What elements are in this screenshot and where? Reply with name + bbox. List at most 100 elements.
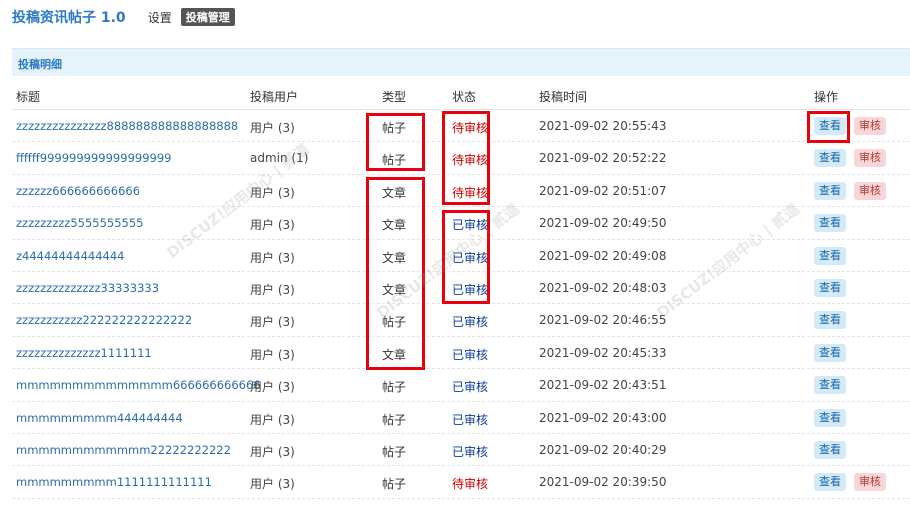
row-user: 用户 (3) [250, 380, 295, 395]
row-actions: 查看 [814, 376, 846, 395]
row-type: 文章 [382, 347, 407, 362]
col-time-header: 投稿时间 [539, 90, 588, 104]
row-title-link[interactable]: zzzzzzzzzzzzzzz888888888888888888 [16, 119, 238, 133]
row-title-link[interactable]: z44444444444444 [16, 249, 124, 263]
row-status: 已审核 [452, 218, 489, 233]
view-button[interactable]: 查看 [814, 278, 846, 297]
view-button[interactable]: 查看 [814, 311, 846, 330]
row-title-link[interactable]: zzzzzzzzzzz222222222222222 [16, 313, 192, 327]
row-status: 已审核 [452, 347, 489, 362]
table-row: mmmmmmmmm1111111111111 用户 (3) 帖子 待审核 2021-09… [12, 466, 910, 499]
row-time: 2021-09-02 20:49:50 [539, 216, 667, 231]
row-status: 待审核 [452, 185, 489, 200]
row-time: 2021-09-02 20:48:03 [539, 280, 667, 295]
col-status-header: 状态 [452, 90, 477, 104]
view-button[interactable]: 查看 [814, 440, 846, 459]
row-type: 帖子 [382, 412, 407, 427]
view-button[interactable]: 查看 [814, 117, 846, 135]
row-time: 2021-09-02 20:49:08 [539, 248, 667, 263]
row-status: 已审核 [452, 444, 489, 459]
review-button[interactable]: 审核 [854, 181, 886, 200]
col-user-header: 投稿用户 [250, 90, 299, 104]
row-type: 文章 [382, 250, 407, 265]
row-user: 用户 (3) [250, 444, 295, 459]
row-time: 2021-09-02 20:52:22 [539, 151, 667, 166]
table-header: 标题 投稿用户 类型 状态 投稿时间 操作 [12, 80, 910, 110]
panel-title: 投稿明细 [18, 58, 62, 71]
row-status: 待审核 [452, 477, 489, 492]
review-button[interactable]: 审核 [854, 473, 886, 492]
view-button[interactable]: 查看 [814, 376, 846, 395]
row-actions: 查看 审核 [814, 117, 886, 135]
row-type: 文章 [382, 185, 407, 200]
row-title-link[interactable]: mmmmmmmmm444444444 [16, 411, 183, 425]
row-time: 2021-09-02 20:45:33 [539, 345, 667, 360]
row-user: 用户 (3) [250, 477, 295, 492]
row-title-link[interactable]: mmmmmmmmmmmm22222222222 [16, 443, 231, 457]
row-time: 2021-09-02 20:40:29 [539, 442, 667, 457]
view-button[interactable]: 查看 [814, 246, 846, 265]
row-title-link[interactable]: zzzzzzzzz5555555555 [16, 216, 144, 230]
row-user: 用户 (3) [250, 250, 295, 265]
table-row: zzzzzzzzz5555555555 用户 (3) 文章 已审核 2021-09-02… [12, 207, 910, 240]
row-actions: 查看 [814, 440, 846, 459]
row-status: 已审核 [452, 250, 489, 265]
row-type: 帖子 [382, 444, 407, 459]
table-row: zzzzzzzzzzzzzzz888888888888888888 用户 (3) 帖… [12, 110, 910, 143]
table-row: ffffff999999999999999999 admin (1) 帖子 待审核 20… [12, 142, 910, 175]
row-time: 2021-09-02 20:43:51 [539, 378, 667, 393]
row-user: admin (1) [250, 151, 309, 166]
row-user: 用户 (3) [250, 315, 295, 330]
row-user: 用户 (3) [250, 347, 295, 362]
row-user: 用户 (3) [250, 218, 295, 233]
top-bar: 投稿资讯帖子 1.0 设置 投稿管理 [12, 6, 235, 28]
row-title-link[interactable]: zzzzzzzzzzzzzz33333333 [16, 281, 159, 295]
table-row: zzzzzz666666666666 用户 (3) 文章 待审核 2021-09-02 … [12, 175, 910, 208]
row-type: 帖子 [382, 153, 407, 168]
panel-header: 投稿明细 [12, 48, 910, 76]
row-title-link[interactable]: mmmmmmmmmmmmmm666666666666 [16, 378, 261, 392]
row-type: 帖子 [382, 380, 407, 395]
row-time: 2021-09-02 20:43:00 [539, 410, 667, 425]
row-type: 帖子 [382, 477, 407, 492]
col-ops-header: 操作 [814, 90, 839, 104]
row-status: 待审核 [452, 121, 489, 135]
row-user: 用户 (3) [250, 412, 295, 427]
table-row: zzzzzzzzzzz222222222222222 用户 (3) 帖子 已审核 202… [12, 304, 910, 337]
view-button[interactable]: 查看 [814, 214, 846, 233]
row-actions: 查看 审核 [814, 473, 886, 492]
view-button[interactable]: 查看 [814, 473, 846, 492]
col-title-header: 标题 [16, 90, 41, 104]
row-type: 帖子 [382, 315, 407, 330]
review-button[interactable]: 审核 [854, 117, 886, 135]
view-button[interactable]: 查看 [814, 181, 846, 200]
view-button[interactable]: 查看 [814, 149, 846, 168]
submissions-table: 标题 投稿用户 类型 状态 投稿时间 操作 zzzzzzzzzzzzzzz888… [12, 80, 910, 499]
row-time: 2021-09-02 20:55:43 [539, 119, 667, 133]
row-actions: 查看 [814, 311, 846, 330]
row-title-link[interactable]: mmmmmmmmm1111111111111 [16, 475, 212, 489]
row-actions: 查看 [814, 343, 846, 362]
row-title-link[interactable]: zzzzzzzzzzzzzz1111111 [16, 346, 152, 360]
row-actions: 查看 [814, 246, 846, 265]
nav-settings-link[interactable]: 设置 [148, 9, 172, 26]
row-user: 用户 (3) [250, 282, 295, 297]
view-button[interactable]: 查看 [814, 408, 846, 427]
row-actions: 查看 [814, 214, 846, 233]
row-title-link[interactable]: ffffff999999999999999999 [16, 151, 171, 165]
row-status: 已审核 [452, 380, 489, 395]
row-actions: 查看 [814, 408, 846, 427]
row-time: 2021-09-02 20:46:55 [539, 313, 667, 328]
table-row: mmmmmmmmmmmmmm666666666666 用户 (3) 帖子 已审核 202… [12, 369, 910, 402]
table-row: zzzzzzzzzzzzzz33333333 用户 (3) 文章 已审核 2021-09… [12, 272, 910, 305]
review-button[interactable]: 审核 [854, 149, 886, 168]
row-type: 帖子 [382, 121, 407, 135]
row-type: 文章 [382, 218, 407, 233]
view-button[interactable]: 查看 [814, 343, 846, 362]
table-row: mmmmmmmmmmmm22222222222 用户 (3) 帖子 已审核 2021-0… [12, 434, 910, 467]
app-title: 投稿资讯帖子 1.0 [12, 10, 126, 26]
row-status: 待审核 [452, 153, 489, 168]
nav-manage-tab[interactable]: 投稿管理 [180, 8, 235, 26]
row-status: 已审核 [452, 412, 489, 427]
row-title-link[interactable]: zzzzzz666666666666 [16, 184, 140, 198]
